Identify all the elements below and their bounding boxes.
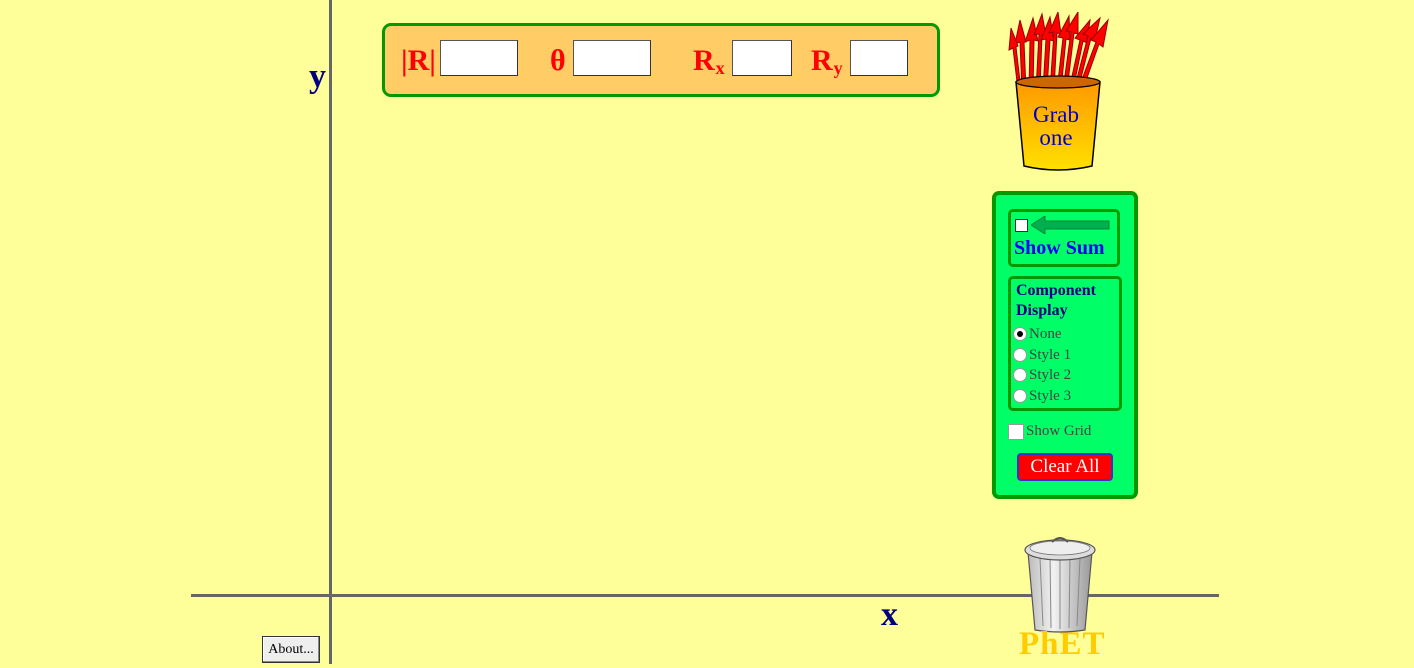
rx-label-sub: x <box>715 58 725 78</box>
component-option-none[interactable]: None <box>1013 325 1062 343</box>
phet-logo: PhET <box>1019 626 1106 662</box>
rx-field[interactable] <box>732 40 792 76</box>
vector-bucket[interactable]: Grab one <box>1008 10 1114 174</box>
component-option-style-2[interactable]: Style 2 <box>1013 366 1071 384</box>
trash-can[interactable] <box>1022 534 1098 634</box>
about-button[interactable]: About... <box>262 636 320 663</box>
show-grid-label: Show Grid <box>1026 423 1092 439</box>
show-grid-row[interactable]: Show Grid <box>1008 423 1091 440</box>
show-sum-box: Show Sum <box>1008 209 1120 267</box>
clear-all-button[interactable]: Clear All <box>1017 453 1113 481</box>
show-sum-checkbox[interactable] <box>1015 219 1028 232</box>
theta-field[interactable] <box>573 40 651 76</box>
component-display-box: Component Display None Style 1 Style 2 S… <box>1008 276 1122 411</box>
bucket-text-line1: Grab <box>1033 102 1079 127</box>
radio-style-1[interactable] <box>1013 348 1027 362</box>
show-grid-checkbox[interactable] <box>1008 423 1024 440</box>
rx-label: Rx <box>693 44 725 78</box>
component-title-line2: Display <box>1016 302 1068 319</box>
vector-readout-panel: |R| θ Rx Ry <box>382 23 940 97</box>
ry-label-main: R <box>811 44 833 77</box>
x-axis-label: x <box>881 596 898 633</box>
option-label-style-3: Style 3 <box>1029 387 1072 404</box>
bucket-text-line2: one <box>1039 125 1072 150</box>
ry-label: Ry <box>811 44 843 78</box>
radio-style-2[interactable] <box>1013 368 1027 382</box>
ry-label-sub: y <box>833 58 843 78</box>
theta-label: θ <box>550 44 566 77</box>
option-label-none: None <box>1029 325 1062 342</box>
ry-field[interactable] <box>850 40 908 76</box>
magnitude-field[interactable] <box>440 40 518 76</box>
component-title-line1: Component <box>1016 282 1097 299</box>
component-display-title: Component Display <box>1016 281 1116 321</box>
radio-style-3[interactable] <box>1013 389 1027 403</box>
vector-bucket-icon: Grab one <box>1008 10 1109 171</box>
sum-arrow-icon <box>1031 216 1110 234</box>
y-axis-label: y <box>309 58 326 95</box>
option-label-style-1: Style 1 <box>1029 346 1072 363</box>
radio-none[interactable] <box>1013 327 1027 341</box>
y-axis-line <box>329 0 332 664</box>
control-panel: Show Sum Component Display None Style 1 … <box>992 191 1138 499</box>
show-sum-label[interactable]: Show Sum <box>1014 238 1105 258</box>
component-option-style-3[interactable]: Style 3 <box>1013 387 1071 405</box>
magnitude-label: |R| <box>401 44 436 77</box>
option-label-style-2: Style 2 <box>1029 366 1072 383</box>
trash-can-icon <box>1024 537 1096 633</box>
component-option-style-1[interactable]: Style 1 <box>1013 346 1071 364</box>
rx-label-main: R <box>693 44 715 77</box>
